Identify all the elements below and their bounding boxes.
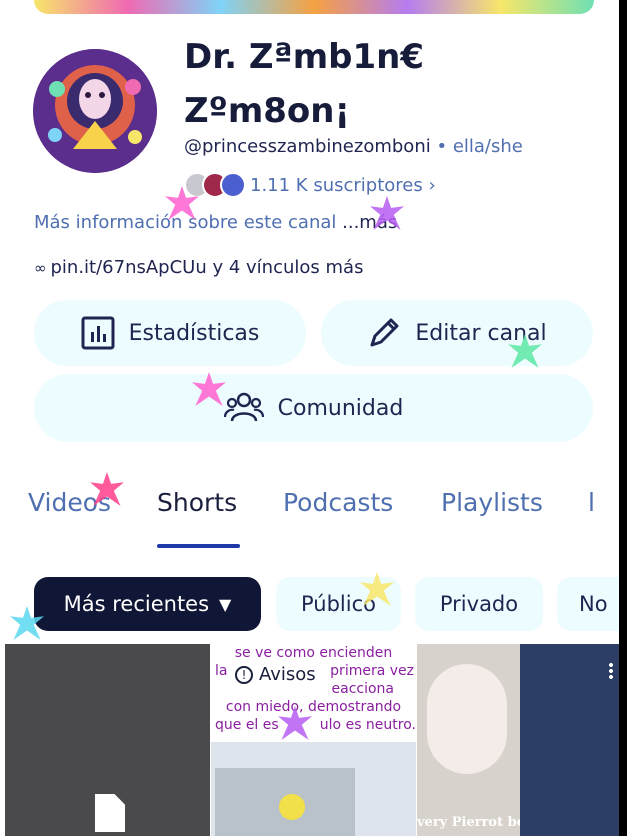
avatar-art (33, 49, 157, 173)
short-thumbnail[interactable]: se ve como encienden la primera vez eacc… (211, 644, 416, 836)
people-icon (223, 391, 264, 425)
tab-playlists[interactable]: Playlists (441, 488, 543, 517)
chip-no[interactable]: No (557, 577, 619, 631)
stats-button[interactable]: Estadísticas (34, 300, 306, 366)
screenshot-preview (211, 742, 416, 836)
chevron-right-icon: › (422, 174, 436, 196)
tab-videos[interactable]: Videos (28, 488, 111, 517)
cursor-highlight (279, 794, 305, 820)
edit-channel-button[interactable]: Editar canal (321, 300, 593, 366)
tab-overflow[interactable]: l (588, 488, 595, 517)
file-icon (95, 794, 125, 832)
tab-podcasts[interactable]: Podcasts (283, 488, 393, 517)
channel-avatar[interactable] (33, 49, 157, 173)
stats-label: Estadísticas (128, 320, 260, 346)
chip-label: Privado (439, 592, 519, 616)
chevron-down-icon: ▼ (219, 594, 232, 614)
subscriber-faces (184, 172, 246, 198)
notice-label: Avisos (259, 664, 316, 685)
channel-tabs: Videos Shorts Podcasts Playlists l (0, 488, 619, 548)
chip-private[interactable]: Privado (415, 577, 543, 631)
channel-handle: @princesszambinezomboni (184, 136, 431, 157)
chip-most-recent[interactable]: Más recientes ▼ (34, 577, 261, 631)
channel-description-link[interactable]: Más información sobre este canal ...más (34, 212, 397, 233)
overlay-line: se ve como encienden (234, 645, 393, 661)
thumbnail-overlay-text: se ve como encienden la primera vez eacc… (211, 644, 416, 734)
separator-dot: • (436, 136, 453, 157)
channel-links[interactable]: ∞ pin.it/67nsApCUu y 4 vínculos más (34, 257, 363, 278)
community-button[interactable]: Comunidad (34, 374, 593, 442)
short-thumbnail[interactable] (5, 644, 210, 836)
subscribers-row[interactable]: 1.11 K suscriptores › (184, 170, 436, 200)
thumbnail-caption: very Pierrot boy needs hi (417, 815, 520, 830)
chip-label: Más recientes (63, 592, 210, 616)
channel-banner[interactable] (34, 0, 594, 14)
notice-badge[interactable]: ! Avisos (231, 664, 320, 685)
screen-edge (619, 0, 627, 836)
community-label: Comunidad (277, 395, 404, 421)
subscriber-count: 1.11 K suscriptores (250, 174, 423, 196)
short-thumbnail[interactable] (520, 644, 619, 836)
overlay-line: con miedo, demostrando (225, 699, 402, 715)
handle-row: @princesszambinezomboni • ella/she (184, 136, 523, 157)
short-thumbnail[interactable]: very Pierrot boy needs hi (417, 644, 520, 836)
active-tab-indicator (157, 544, 240, 548)
link-icon: ∞ (34, 258, 47, 277)
subscriber-avatar (220, 172, 246, 198)
pencil-icon (367, 316, 401, 350)
chip-label: No (579, 592, 608, 616)
tab-shorts[interactable]: Shorts (157, 488, 237, 517)
channel-name: Dr. Zªmb1n€ Zºm8on¡ (184, 37, 425, 131)
bar-chart-icon (81, 316, 115, 350)
links-text: pin.it/67nsApCUu y 4 vínculos más (50, 257, 364, 278)
info-icon: ! (235, 665, 253, 684)
more-info-text: Más información sobre este canal (34, 212, 337, 233)
pronouns: ella/she (452, 136, 523, 157)
more-options-icon[interactable] (609, 662, 613, 680)
pierrot-image (427, 664, 507, 774)
filter-chips: Más recientes ▼ Público Privado No (0, 575, 619, 633)
